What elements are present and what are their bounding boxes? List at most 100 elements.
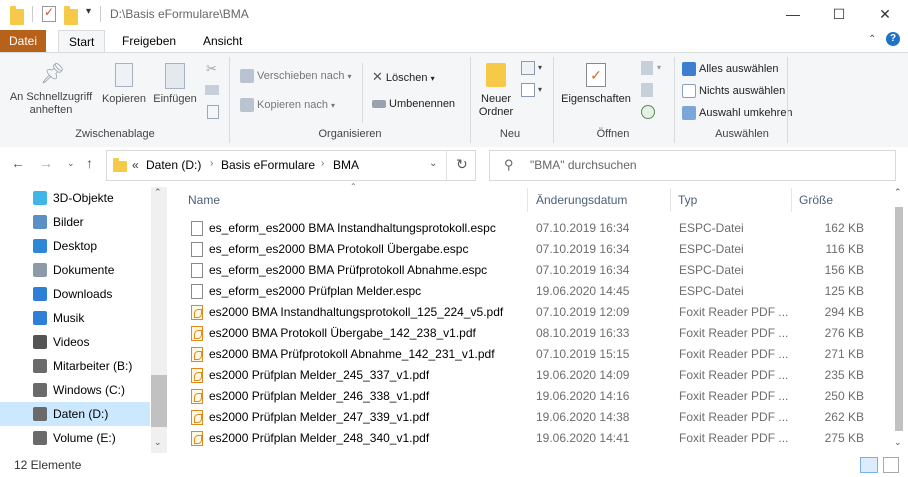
- file-row[interactable]: es_eform_es2000 Prüfplan Melder.espc 19.0…: [186, 281, 874, 302]
- properties-quick-icon[interactable]: ✓: [42, 5, 56, 22]
- group-divider: [470, 57, 471, 143]
- move-to-button[interactable]: Verschieben nach ▾: [240, 69, 352, 83]
- scroll-down-chevron-icon[interactable]: ⌄: [154, 437, 162, 448]
- file-row[interactable]: es2000 BMA Instandhaltungsprotokoll_125_…: [186, 302, 874, 323]
- sidebar-item-musik[interactable]: Musik: [0, 306, 150, 330]
- column-size[interactable]: Größe: [799, 188, 833, 212]
- sidebar-item-3d-objekte[interactable]: 3D-Objekte: [0, 186, 150, 210]
- pin-quick-access-button[interactable]: 📌︎ An Schnellzugriff anheften: [6, 63, 96, 117]
- file-row[interactable]: es2000 Prüfplan Melder_248_340_v1.pdf 19.…: [186, 428, 874, 449]
- open-icon[interactable]: [641, 61, 653, 75]
- breadcrumb-folder[interactable]: Basis eFormulare: [221, 158, 315, 172]
- sidebar-item-windows-c[interactable]: Windows (C:): [0, 378, 150, 402]
- file-row[interactable]: es2000 BMA Protokoll Übergabe_142_238_v1…: [186, 323, 874, 344]
- column-type[interactable]: Typ: [678, 188, 697, 212]
- file-row[interactable]: es_eform_es2000 BMA Prüfprotokoll Abnahm…: [186, 260, 874, 281]
- paste-button[interactable]: Einfügen: [150, 63, 200, 106]
- file-row[interactable]: es_eform_es2000 BMA Instandhaltungsproto…: [186, 218, 874, 239]
- address-overflow-icon[interactable]: «: [132, 158, 139, 172]
- file-row[interactable]: es2000 Prüfplan Melder_247_339_v1.pdf 19.…: [186, 407, 874, 428]
- maximize-button[interactable]: ☐: [816, 0, 862, 28]
- copy-to-button[interactable]: Kopieren nach ▾: [240, 98, 335, 112]
- paste-shortcut-icon[interactable]: [207, 105, 219, 119]
- invert-selection-button[interactable]: Auswahl umkehren: [682, 106, 793, 120]
- open-chevron-icon[interactable]: ▾: [657, 63, 661, 72]
- file-size: 276 KB: [824, 326, 864, 340]
- easy-access-icon[interactable]: [521, 83, 535, 97]
- breadcrumb-separator-icon[interactable]: ›: [321, 158, 324, 169]
- scroll-up-chevron-icon[interactable]: ⌃: [894, 187, 902, 198]
- rename-button[interactable]: Umbenennen: [372, 98, 455, 110]
- column-name[interactable]: Name: [188, 188, 220, 212]
- select-all-button[interactable]: Alles auswählen: [682, 62, 779, 76]
- breadcrumb-current[interactable]: BMA: [333, 158, 359, 172]
- back-arrow-icon[interactable]: ←: [11, 155, 25, 171]
- file-row[interactable]: es_eform_es2000 BMA Protokoll Übergabe.e…: [186, 239, 874, 260]
- new-folder-button[interactable]: Neuer Ordner: [474, 63, 518, 119]
- tab-share[interactable]: Freigeben: [112, 30, 186, 52]
- file-size: 250 KB: [824, 389, 864, 403]
- copy-button[interactable]: Kopieren: [100, 63, 148, 106]
- file-row[interactable]: es2000 Prüfplan Melder_246_338_v1.pdf 19.…: [186, 386, 874, 407]
- new-folder-quick-icon[interactable]: [64, 6, 78, 25]
- address-history-chevron-icon[interactable]: ⌄: [429, 158, 437, 169]
- cut-icon[interactable]: ✂: [206, 61, 217, 77]
- new-item-chevron-icon[interactable]: ▾: [538, 63, 542, 72]
- edit-icon[interactable]: [641, 83, 653, 97]
- properties-button[interactable]: ✓ Eigenschaften: [556, 63, 636, 106]
- large-icons-view-icon[interactable]: [883, 457, 899, 473]
- column-date[interactable]: Änderungsdatum: [536, 188, 627, 212]
- sidebar-item-daten-d[interactable]: Daten (D:): [0, 402, 150, 426]
- file-name: es2000 Prüfplan Melder_245_337_v1.pdf: [209, 368, 430, 382]
- file-size: 156 KB: [824, 263, 864, 277]
- delete-button[interactable]: ✕ Löschen ▾: [372, 69, 435, 85]
- scroll-up-chevron-icon[interactable]: ⌃: [154, 187, 162, 198]
- file-row[interactable]: es2000 Prüfplan Melder_245_337_v1.pdf 19.…: [186, 365, 874, 386]
- sidebar-item-videos[interactable]: Videos: [0, 330, 150, 354]
- easy-access-chevron-icon[interactable]: ▾: [538, 85, 542, 94]
- column-divider[interactable]: [791, 188, 792, 212]
- delete-icon: ✕: [372, 69, 383, 84]
- new-item-icon[interactable]: [521, 61, 535, 75]
- tab-start[interactable]: Start: [58, 30, 106, 53]
- file-list-scroll-thumb[interactable]: [895, 207, 903, 431]
- sidebar-item-downloads[interactable]: Downloads: [0, 282, 150, 306]
- select-none-button[interactable]: Nichts auswählen: [682, 84, 785, 98]
- file-row[interactable]: es2000 BMA Prüfprotokoll Abnahme_142_231…: [186, 344, 874, 365]
- sidebar-item-volume-e[interactable]: Volume (E:): [0, 426, 150, 450]
- rename-icon: [372, 100, 386, 109]
- history-icon[interactable]: [641, 105, 655, 119]
- search-box[interactable]: ⚲ "BMA" durchsuchen: [489, 150, 896, 181]
- collapse-ribbon-chevron-icon[interactable]: ⌃: [868, 34, 876, 45]
- breadcrumb-separator-icon[interactable]: ›: [210, 158, 213, 169]
- details-view-icon[interactable]: [860, 457, 878, 473]
- sidebar-item-desktop[interactable]: Desktop: [0, 234, 150, 258]
- customize-toolbar-chevron-icon[interactable]: ▾: [86, 6, 91, 22]
- sidebar-item-bilder[interactable]: Bilder: [0, 210, 150, 234]
- sidebar-item-mitarbeiter-b[interactable]: Mitarbeiter (B:): [0, 354, 150, 378]
- recent-locations-chevron-icon[interactable]: ⌄: [67, 158, 75, 169]
- file-list-scrollbar[interactable]: ⌃ ⌄: [891, 187, 907, 453]
- close-button[interactable]: ✕: [862, 0, 908, 28]
- scroll-down-chevron-icon[interactable]: ⌄: [894, 437, 902, 448]
- folder-icon: [113, 158, 127, 172]
- column-divider[interactable]: [527, 188, 528, 212]
- column-divider[interactable]: [670, 188, 671, 212]
- sidebar-item-dokumente[interactable]: Dokumente: [0, 258, 150, 282]
- pin-icon: 📌︎: [40, 63, 66, 85]
- up-arrow-icon[interactable]: ↑: [86, 155, 93, 171]
- tab-view[interactable]: Ansicht: [193, 30, 252, 52]
- sidebar-scrollbar[interactable]: ⌃ ⌄: [151, 187, 167, 453]
- navigation-pane: 3D-Objekte Bilder Desktop Dokumente Download…: [0, 185, 168, 455]
- forward-arrow-icon[interactable]: →: [39, 155, 53, 171]
- sidebar-scroll-thumb[interactable]: [151, 375, 167, 427]
- invert-selection-icon: [682, 106, 696, 120]
- divider: [100, 6, 101, 22]
- refresh-icon[interactable]: ↻: [456, 156, 468, 173]
- breadcrumb-drive[interactable]: Daten (D:): [146, 158, 201, 172]
- address-bar[interactable]: « Daten (D:) › Basis eFormulare › BMA ⌄ …: [106, 150, 476, 181]
- minimize-button[interactable]: —: [770, 0, 816, 28]
- tab-file[interactable]: Datei: [0, 30, 46, 52]
- copy-path-icon[interactable]: [205, 85, 219, 95]
- help-icon[interactable]: ?: [886, 32, 900, 46]
